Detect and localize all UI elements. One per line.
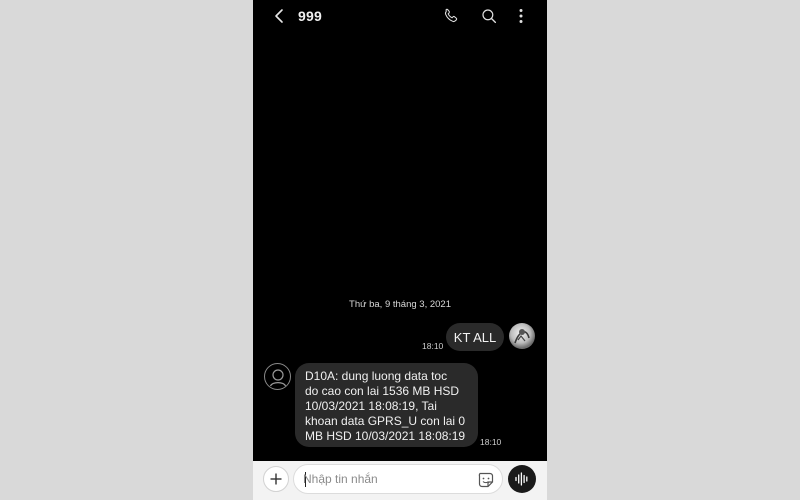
voice-wave-icon xyxy=(515,472,528,486)
phone-icon xyxy=(444,8,458,23)
sticker-button[interactable] xyxy=(476,470,496,490)
incoming-message-bubble[interactable]: D10A: dung luong data toc do cao con lai… xyxy=(295,363,478,447)
search-button[interactable] xyxy=(477,4,501,28)
plus-icon xyxy=(270,473,282,485)
person-icon xyxy=(269,368,286,386)
messaging-screen: 999 Thứ ba, 9 tháng 3, 2021 18:10 KT ALL xyxy=(253,0,547,500)
avatar-photo-icon xyxy=(514,329,530,344)
more-options-button[interactable] xyxy=(509,4,533,28)
message-input[interactable] xyxy=(303,470,463,488)
search-icon xyxy=(482,9,497,24)
more-vertical-icon xyxy=(519,9,523,23)
date-separator: Thứ ba, 9 tháng 3, 2021 xyxy=(349,299,451,310)
outgoing-message-time: 18:10 xyxy=(422,341,444,351)
conversation-title: 999 xyxy=(298,8,322,24)
add-attachment-button[interactable] xyxy=(263,466,289,492)
incoming-message-time: 18:10 xyxy=(480,437,502,447)
back-button[interactable] xyxy=(267,4,291,28)
conversation-header: 999 xyxy=(253,0,547,32)
outgoing-message-bubble[interactable]: KT ALL xyxy=(446,323,504,351)
composer-bar xyxy=(253,461,547,500)
my-avatar[interactable] xyxy=(509,323,535,349)
message-input-field[interactable] xyxy=(293,464,503,494)
call-button[interactable] xyxy=(439,4,463,28)
voice-message-button[interactable] xyxy=(508,465,536,493)
back-arrow-icon xyxy=(275,9,283,23)
sticker-icon xyxy=(478,472,494,488)
contact-avatar[interactable] xyxy=(264,363,291,390)
